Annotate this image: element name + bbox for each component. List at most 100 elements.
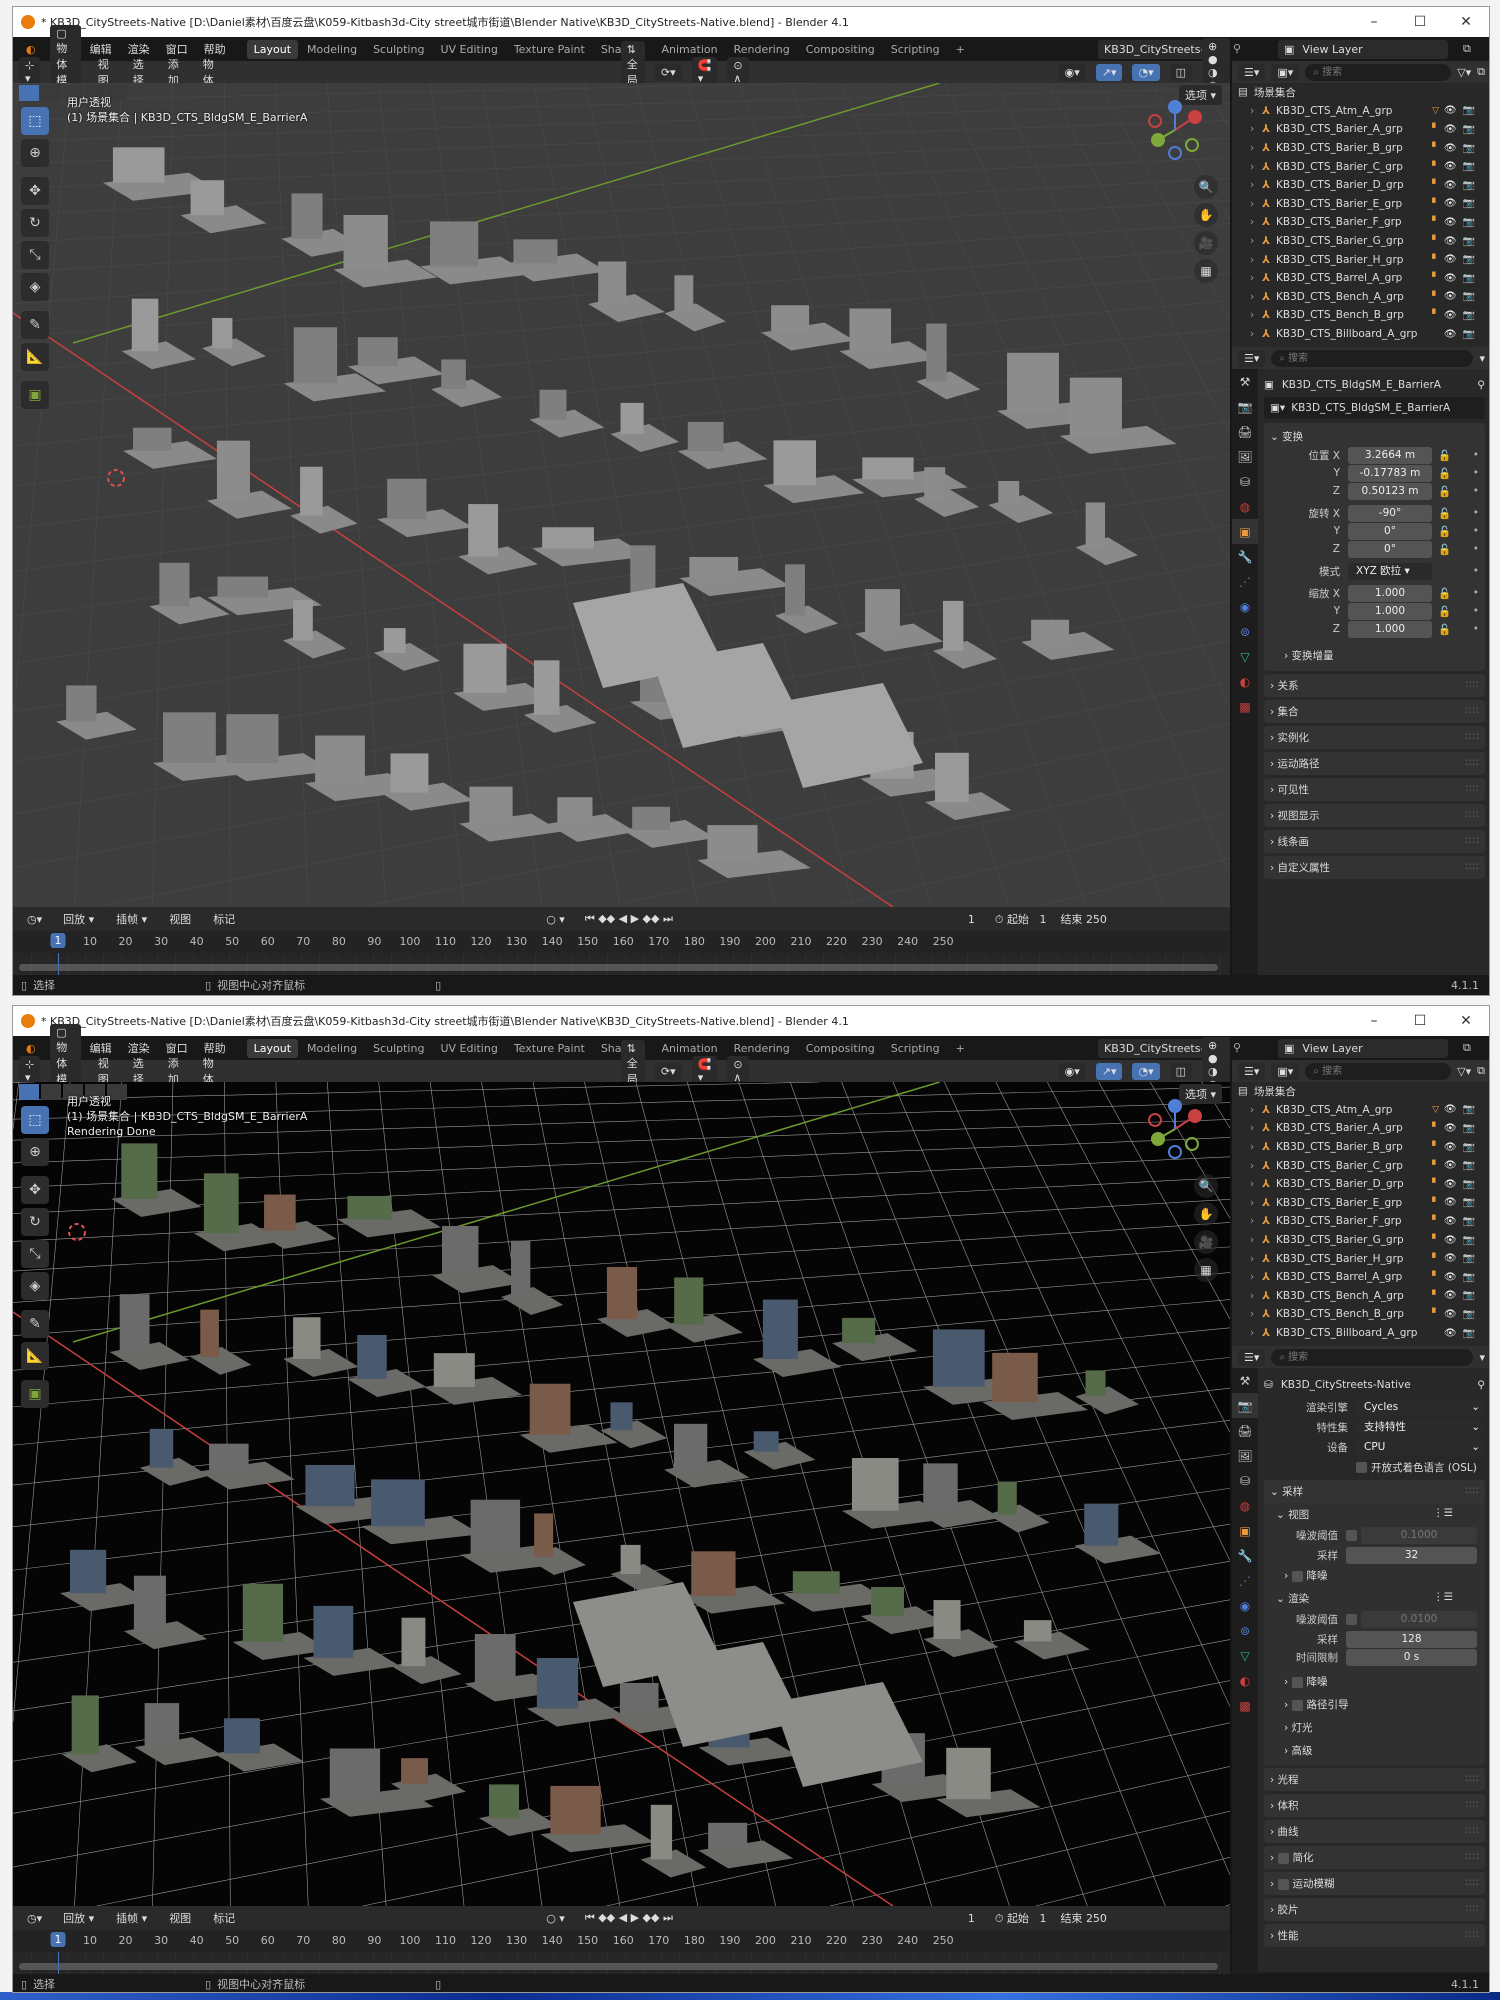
close-button[interactable]: ✕ xyxy=(1443,7,1489,37)
scene-object[interactable] xyxy=(109,1294,190,1371)
outliner-item[interactable]: › ⅄ KB3D_CTS_Barier_D_grp ▘ 👁📷 xyxy=(1232,176,1489,195)
outliner-item[interactable]: › ⅄ KB3D_CTS_Atm_A_grp ▽ 👁📷 xyxy=(1232,1101,1489,1120)
transform-panel-header[interactable]: ⌄ 变换 xyxy=(1264,427,1485,446)
outliner-root[interactable]: ▤ 场景集合 xyxy=(1232,83,1489,102)
delta-transform-panel[interactable]: › 变换增量 xyxy=(1264,644,1485,667)
outliner-item[interactable]: › ⅄ KB3D_CTS_Bench_B_grp ▘ 👁📷 xyxy=(1232,1305,1489,1324)
outliner-item[interactable]: › ⅄ KB3D_CTS_Barier_B_grp ▘ 👁📷 xyxy=(1232,139,1489,158)
visibility-icon[interactable]: ◉▾ xyxy=(1058,63,1086,81)
outliner-item[interactable]: › ⅄ KB3D_CTS_Barier_D_grp ▘ 👁📷 xyxy=(1232,1175,1489,1194)
scene-object[interactable] xyxy=(1074,1503,1162,1564)
outliner-item[interactable]: › ⅄ KB3D_CTS_Barier_A_grp ▘ 👁📷 xyxy=(1232,1119,1489,1138)
outliner-item[interactable]: › ⅄ KB3D_CTS_Bench_A_grp ▘ 👁📷 xyxy=(1232,1287,1489,1306)
expand-chevron-icon[interactable]: › xyxy=(1250,105,1262,117)
transform-value-field[interactable]: -90° xyxy=(1348,504,1432,522)
visibility-camera-icons[interactable]: 👁📷 xyxy=(1444,254,1481,265)
lock-icon[interactable]: 🔓 xyxy=(1438,587,1451,600)
visibility-camera-icons[interactable]: 👁📷 xyxy=(1444,236,1481,247)
visibility-camera-icons[interactable]: 👁📷 xyxy=(1444,1290,1481,1301)
expand-chevron-icon[interactable]: › xyxy=(1250,1290,1262,1302)
expand-chevron-icon[interactable]: › xyxy=(1250,1234,1262,1246)
scene-object[interactable] xyxy=(610,1544,674,1592)
minimize-button[interactable]: – xyxy=(1351,7,1397,37)
keyframe-dot-icon[interactable]: • xyxy=(1473,623,1479,635)
scene-object[interactable] xyxy=(347,1334,427,1397)
tab-physics-icon[interactable]: ◉ xyxy=(1232,1593,1258,1618)
timeline-menu-1[interactable]: 插帧 ▾ xyxy=(109,908,154,930)
scene-object[interactable] xyxy=(431,1225,523,1294)
scene-object[interactable] xyxy=(333,214,438,288)
scene-object[interactable] xyxy=(664,1277,743,1343)
scene-object[interactable] xyxy=(337,1196,442,1238)
playhead[interactable]: 1 xyxy=(50,933,66,948)
render-dropdown-2[interactable]: CPU ⌄ xyxy=(1356,1438,1484,1456)
advanced-subpanel[interactable]: › 高级 xyxy=(1264,1739,1485,1762)
outliner-item[interactable]: › ⅄ KB3D_CTS_Atm_A_grp ▽ 👁📷 xyxy=(1232,102,1489,121)
tab-output-icon[interactable]: 🖨 xyxy=(1232,1418,1258,1443)
tab-modifier-icon[interactable]: 🔧 xyxy=(1232,544,1258,569)
pan-hand-icon[interactable]: ✋ xyxy=(1194,1202,1218,1226)
transform-value-field[interactable]: -0.17783 m xyxy=(1348,464,1432,482)
scene-object[interactable] xyxy=(519,1383,618,1453)
scene-object[interactable] xyxy=(290,466,358,534)
expand-chevron-icon[interactable]: › xyxy=(1250,1253,1262,1265)
expand-chevron-icon[interactable]: › xyxy=(1250,1122,1262,1134)
scene-object[interactable] xyxy=(523,660,597,733)
scene-object[interactable] xyxy=(283,600,346,659)
scale-tool-icon[interactable]: ⤡ xyxy=(21,241,49,269)
keyframe-dot-icon[interactable]: • xyxy=(1473,565,1479,577)
blender-menu-icon[interactable]: ◐ xyxy=(19,1039,43,1058)
timeline-menu-2[interactable]: 视图 xyxy=(162,1907,198,1929)
keyframe-toggle[interactable]: ○ ▾ xyxy=(540,910,571,928)
panel-2[interactable]: › 曲线:::: xyxy=(1264,1820,1485,1843)
filter-icon[interactable]: ▽▾ xyxy=(1457,66,1471,79)
annotate-tool-icon[interactable]: ✎ xyxy=(21,311,49,339)
scene-object[interactable] xyxy=(206,440,292,519)
playback-controls[interactable]: ⏮ ◆◆ ◀ ▶ ◆◆ ⏭ xyxy=(578,910,679,928)
navigation-gizmo[interactable] xyxy=(1140,95,1210,165)
minimize-button[interactable]: – xyxy=(1351,1006,1397,1036)
scene-object[interactable] xyxy=(855,589,944,652)
expand-chevron-icon[interactable]: › xyxy=(1250,1160,1262,1172)
timeline-menu-0[interactable]: 回放 ▾ xyxy=(56,908,101,930)
blender-menu-icon[interactable]: ◐ xyxy=(19,40,43,59)
scene-object[interactable] xyxy=(1075,1370,1139,1415)
add-cube-tool-icon[interactable]: ▣ xyxy=(21,1380,49,1408)
timeline-scrollbar[interactable] xyxy=(19,964,1218,971)
scene-object[interactable] xyxy=(56,685,137,740)
tab-data-icon[interactable]: ▽ xyxy=(1232,1643,1258,1668)
workspace-tab[interactable]: Layout xyxy=(246,39,299,59)
keyframe-dot-icon[interactable]: • xyxy=(1473,525,1479,537)
outliner-item[interactable]: › ⅄ KB3D_CTS_Barier_C_grp ▘ 👁📷 xyxy=(1232,1156,1489,1175)
playback-controls[interactable]: ⏮ ◆◆ ◀ ▶ ◆◆ ⏭ xyxy=(578,1909,679,1927)
visibility-camera-icons[interactable]: 👁📷 xyxy=(1444,1253,1481,1264)
expand-chevron-icon[interactable]: › xyxy=(1250,1197,1262,1209)
new-collection-icon[interactable]: ⧉ xyxy=(1477,1064,1485,1078)
transform-value-field[interactable]: 1.000 xyxy=(1348,620,1432,638)
scene-object[interactable] xyxy=(1021,619,1115,660)
scene-object[interactable] xyxy=(774,564,839,634)
lock-icon[interactable]: 🔓 xyxy=(1438,543,1451,556)
scene-object[interactable] xyxy=(681,1551,786,1614)
visibility-camera-icons[interactable]: 👁📷 xyxy=(1444,1235,1481,1246)
workspace-tab[interactable]: + xyxy=(949,1039,972,1058)
outliner-list[interactable]: ▤ 场景集合 › ⅄ KB3D_CTS_Atm_A_grp ▽ 👁📷 › ⅄ KB3D_CTS_B… xyxy=(1232,1082,1489,1346)
scene-object[interactable] xyxy=(596,1266,678,1338)
lock-icon[interactable]: 🔓 xyxy=(1438,485,1451,498)
tab-data-icon[interactable]: ▽ xyxy=(1232,644,1258,669)
scene-object[interactable] xyxy=(761,305,855,351)
sampling-header[interactable]: ⌄ 采样:::: xyxy=(1264,1480,1485,1503)
scene-object[interactable] xyxy=(213,1718,304,1772)
pin-icon[interactable]: ⚲ xyxy=(1477,1379,1485,1391)
visibility-camera-icons[interactable]: 👁📷 xyxy=(1444,1142,1481,1153)
scene-object[interactable] xyxy=(1075,502,1138,566)
lock-icon[interactable]: 🔓 xyxy=(1438,507,1451,520)
scene-object[interactable] xyxy=(190,1309,252,1375)
measure-tool-icon[interactable]: 📐 xyxy=(21,343,49,371)
time-limit-field[interactable]: 0 s xyxy=(1346,1648,1477,1666)
visibility-camera-icons[interactable]: 👁📷 xyxy=(1444,1160,1481,1171)
maximize-button[interactable]: ☐ xyxy=(1397,7,1443,37)
select-box-tool-icon[interactable]: ⬚ xyxy=(21,107,49,135)
scene-object[interactable] xyxy=(283,1317,359,1377)
ortho-grid-icon[interactable]: ▦ xyxy=(1194,259,1218,283)
